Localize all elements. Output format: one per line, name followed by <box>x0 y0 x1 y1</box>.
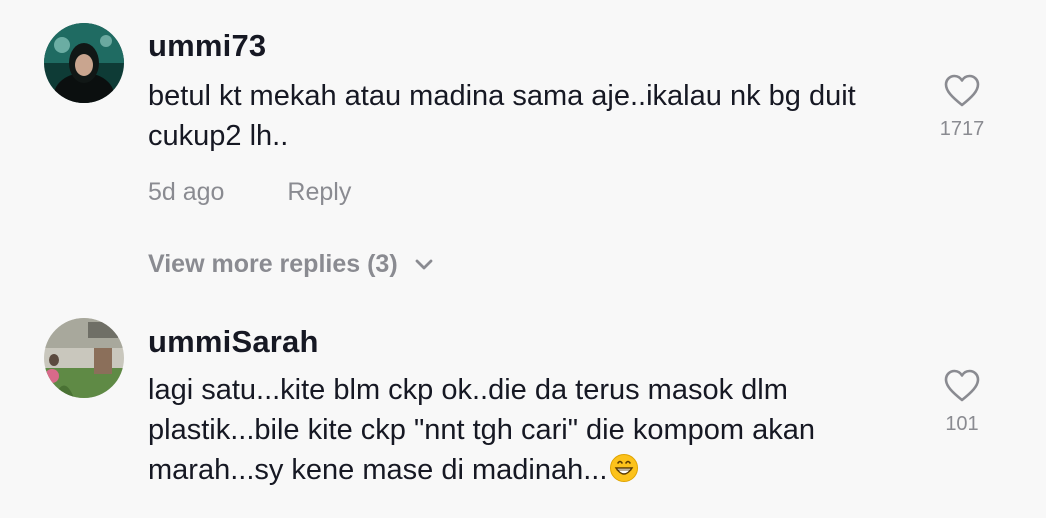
heart-outline-icon[interactable] <box>944 74 980 108</box>
avatar[interactable] <box>44 23 124 103</box>
avatar[interactable] <box>44 318 124 398</box>
heart-outline-icon[interactable] <box>944 369 980 403</box>
comment-meta: 5d ago Reply <box>148 178 351 207</box>
like-count: 1717 <box>939 118 985 140</box>
comment-username[interactable]: ummiSarah <box>148 324 319 360</box>
like-button[interactable]: 101 <box>930 369 994 436</box>
comment-text: betul kt mekah atau madina sama aje..ika… <box>148 80 856 152</box>
comment-text-body: lagi satu...kite blm ckp ok..die da teru… <box>148 374 815 486</box>
view-more-replies-label: View more replies (3) <box>148 250 398 278</box>
like-button[interactable]: 1717 <box>930 74 994 141</box>
view-more-replies-button[interactable]: View more replies (3) <box>148 250 434 279</box>
comment-timestamp: 5d ago <box>148 178 225 206</box>
like-count: 101 <box>945 413 979 435</box>
reply-button[interactable]: Reply <box>287 178 351 206</box>
chevron-down-icon <box>415 259 433 269</box>
comment-username[interactable]: ummi73 <box>148 28 266 64</box>
comment-text: lagi satu...kite blm ckp ok..die da teru… <box>148 370 908 490</box>
grinning-face-icon <box>610 454 639 482</box>
